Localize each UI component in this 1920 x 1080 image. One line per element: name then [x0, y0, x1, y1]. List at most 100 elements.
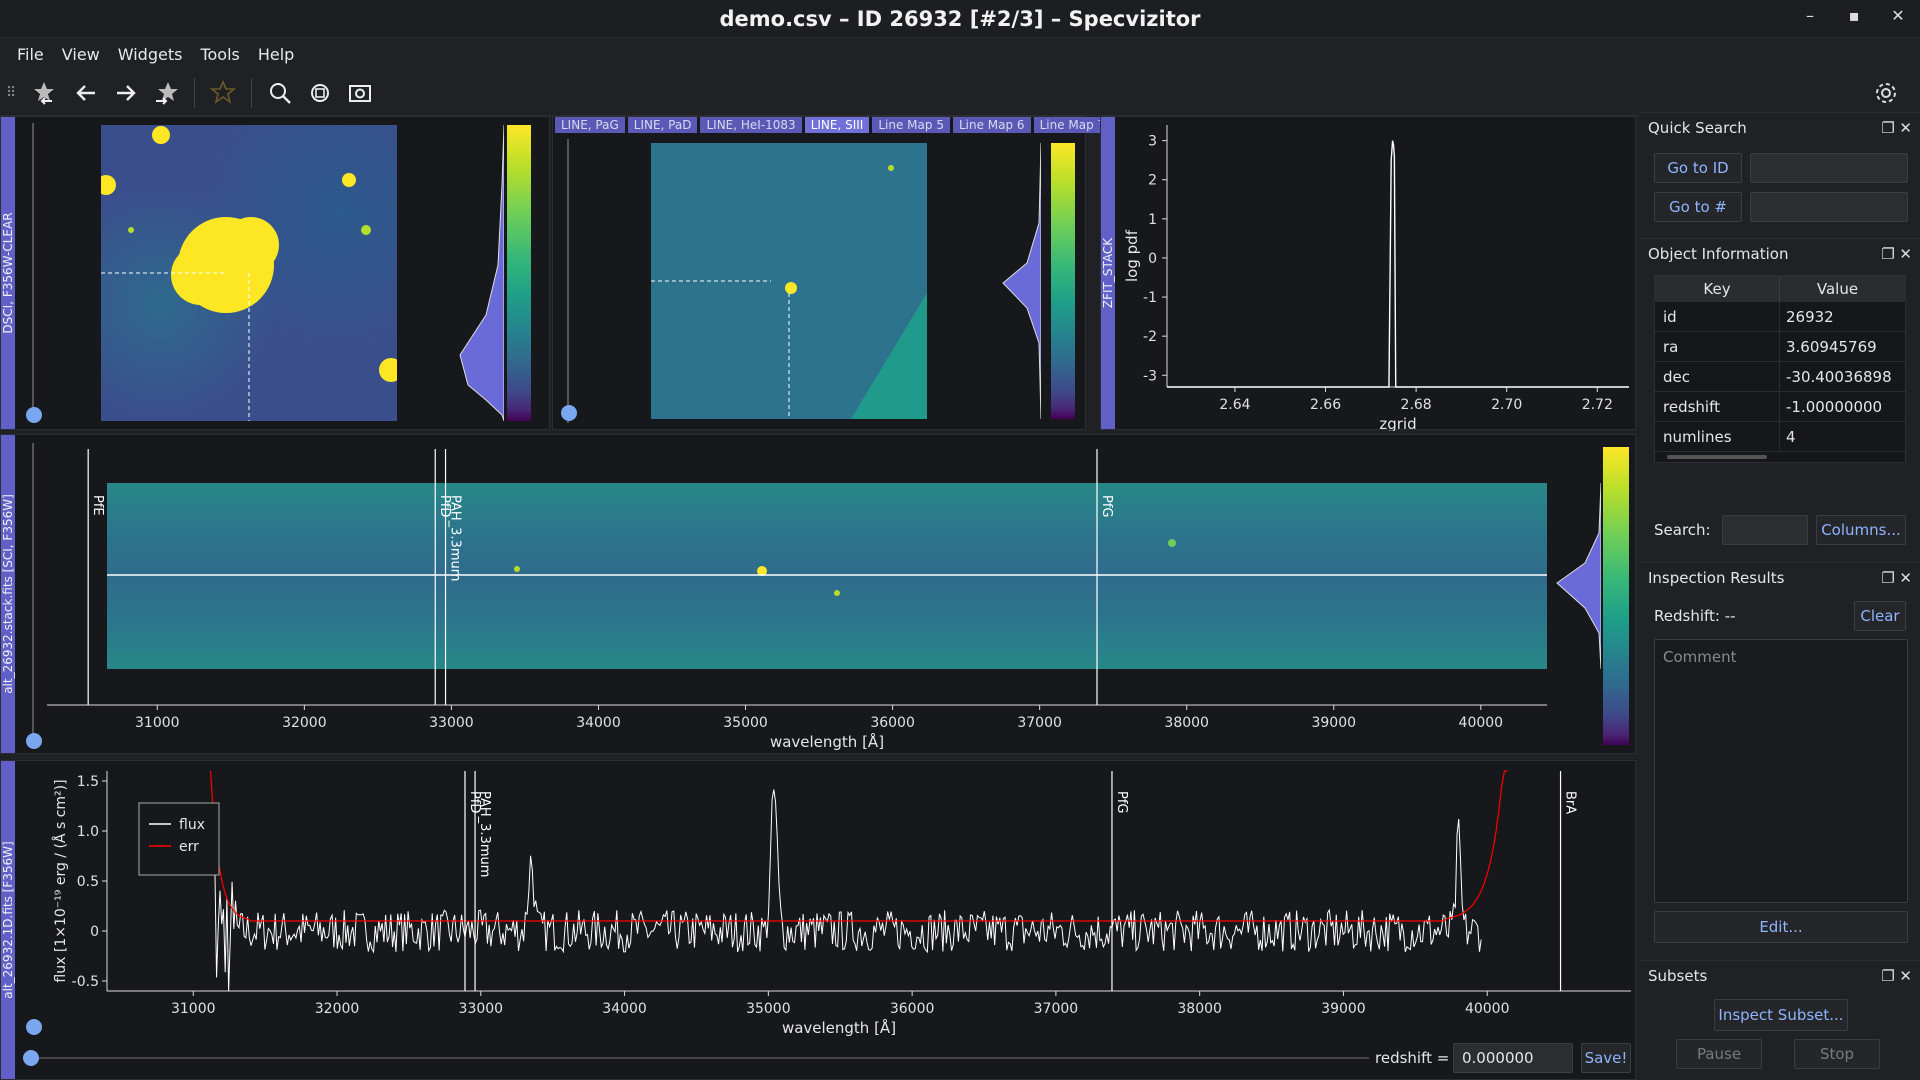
y-axis-label: flux [1×10⁻¹⁹ erg / (Å s cm²)] — [52, 779, 69, 982]
arrow-left-icon[interactable] — [70, 77, 102, 109]
tab-line-pad[interactable]: LINE, PaD — [627, 117, 698, 133]
table-row[interactable]: dec -30.40036898 — [1655, 362, 1905, 392]
comment-placeholder: Comment — [1663, 648, 1737, 666]
x-tick-label: 33000 — [459, 1001, 504, 1017]
zfit-panel: ZFIT_STACK 3 2 1 0 -1 -2 -3 2.64 2.66 2.68 2.70 2.7… — [1100, 116, 1637, 431]
colorbar[interactable] — [1051, 143, 1075, 419]
tab-line-pag[interactable]: LINE, PaG — [555, 117, 625, 133]
screenshot-icon[interactable] — [344, 77, 376, 109]
star-back-icon[interactable] — [30, 77, 62, 109]
y-tick-label: -3 — [1143, 368, 1157, 384]
table-search-input[interactable] — [1722, 515, 1808, 545]
cutout-image[interactable] — [101, 125, 397, 421]
tab-line-siii[interactable]: LINE, SIII — [804, 117, 870, 133]
go-to-number-button[interactable]: Go to # — [1654, 192, 1742, 222]
tab-line-map-6[interactable]: Line Map 6 — [952, 117, 1031, 133]
go-to-id-input[interactable] — [1750, 153, 1908, 183]
y-axis-label: log pdf — [1123, 229, 1141, 282]
spectrum-1d-panel: alt_26932.1D.fits [F356W] 1.5 1.0 0.5 0 -0.5… — [0, 760, 1636, 1080]
table-row[interactable]: ra 3.60945769 — [1655, 332, 1905, 362]
menu-file[interactable]: File — [8, 45, 53, 64]
y-tick-label: 1 — [1148, 212, 1157, 228]
x-tick-label: 40000 — [1459, 715, 1504, 731]
flux-line — [214, 789, 1482, 992]
column-header-key[interactable]: Key — [1655, 276, 1780, 302]
tab-line-hei[interactable]: LINE, HeI-1083 — [700, 117, 802, 133]
zoom-reset-icon[interactable] — [304, 77, 336, 109]
edit-button[interactable]: Edit... — [1654, 911, 1908, 943]
close-icon[interactable]: ✕ — [1899, 119, 1912, 137]
columns-button[interactable]: Columns... — [1816, 515, 1906, 545]
table-row[interactable]: redshift -1.00000000 — [1655, 392, 1905, 422]
tab-line-map-5[interactable]: Line Map 5 — [872, 117, 950, 133]
spectral-line-label: PfG — [1114, 791, 1129, 814]
close-icon[interactable]: ✕ — [1899, 967, 1912, 985]
x-tick-label: 36000 — [870, 715, 915, 731]
slider-track — [567, 139, 569, 423]
go-to-id-button[interactable]: Go to ID — [1654, 153, 1742, 183]
x-tick-label: 2.72 — [1582, 397, 1613, 413]
histogram — [1002, 143, 1041, 419]
menu-widgets[interactable]: Widgets — [109, 45, 192, 64]
redshift-label: redshift = — [1375, 1049, 1450, 1067]
inspect-subset-button[interactable]: Inspect Subset... — [1714, 999, 1848, 1031]
x-axis-label: wavelength [Å] — [782, 1018, 896, 1037]
horizontal-scrollbar[interactable] — [1655, 452, 1905, 462]
star-icon[interactable] — [207, 77, 239, 109]
colorbar[interactable] — [1603, 447, 1629, 745]
save-button[interactable]: Save! — [1581, 1043, 1631, 1073]
x-tick-label: 31000 — [171, 1001, 216, 1017]
redshift-input[interactable]: 0.000000 — [1453, 1043, 1573, 1073]
toolbar-grip-icon[interactable]: ⠿ — [6, 80, 16, 106]
menu-view[interactable]: View — [53, 45, 109, 64]
close-button[interactable]: ✕ — [1890, 6, 1906, 25]
arrow-right-icon[interactable] — [110, 77, 142, 109]
x-tick-label: 2.68 — [1401, 397, 1432, 413]
y-tick-label: 1.5 — [77, 774, 99, 790]
menu-tools[interactable]: Tools — [191, 45, 248, 64]
gear-icon[interactable] — [1870, 77, 1902, 109]
close-icon[interactable]: ✕ — [1899, 569, 1912, 587]
search-icon[interactable] — [264, 77, 296, 109]
y-tick-label: 3 — [1148, 134, 1157, 150]
go-to-number-input[interactable] — [1750, 192, 1908, 222]
quick-search-dock: Quick Search ❐ ✕ Go to ID Go to # — [1640, 112, 1920, 234]
legend-label: err — [179, 839, 199, 855]
clear-button[interactable]: Clear — [1854, 601, 1906, 631]
redshift-result-text: Redshift: -- — [1654, 607, 1736, 625]
minimize-button[interactable]: – — [1802, 6, 1818, 25]
table-row[interactable]: numlines 4 — [1655, 422, 1905, 452]
x-tick-label: 32000 — [282, 715, 327, 731]
y-tick-label: -1 — [1143, 290, 1157, 306]
object-info-dock: Object Information ❐ ✕ Key Value id 26932 … — [1640, 238, 1920, 558]
x-tick-label: 2.66 — [1310, 397, 1341, 413]
slider-handle[interactable] — [26, 407, 42, 423]
inspection-results-dock: Inspection Results ❐ ✕ Redshift: -- Clear… — [1640, 562, 1920, 958]
pause-button[interactable]: Pause — [1676, 1039, 1762, 1069]
maximize-button[interactable]: ▪ — [1846, 6, 1862, 25]
float-icon[interactable]: ❐ — [1881, 119, 1894, 137]
x-tick-label: 37000 — [1017, 715, 1062, 731]
comment-textarea[interactable]: Comment — [1654, 639, 1908, 903]
zfit-chart[interactable]: 3 2 1 0 -1 -2 -3 2.64 2.66 2.68 2.70 2.72 zgrid log p… — [1101, 117, 1637, 431]
close-icon[interactable]: ✕ — [1899, 245, 1912, 263]
histogram — [459, 125, 504, 421]
window-title: demo.csv – ID 26932 [#2/3] – Specvizitor — [719, 6, 1201, 31]
float-icon[interactable]: ❐ — [1881, 967, 1894, 985]
image-panel-line-maps: LINE, PaG LINE, PaD LINE, HeI-1083 LINE,… — [552, 116, 1112, 430]
colorbar[interactable] — [507, 125, 531, 421]
x-axis-label: zgrid — [1379, 415, 1416, 431]
menu-help[interactable]: Help — [249, 45, 303, 64]
redshift-slider-handle[interactable] — [23, 1050, 39, 1066]
x-tick-label: 32000 — [315, 1001, 360, 1017]
table-row[interactable]: id 26932 — [1655, 302, 1905, 332]
float-icon[interactable]: ❐ — [1881, 245, 1894, 263]
legend-label: flux — [179, 817, 205, 833]
star-forward-icon[interactable] — [150, 77, 182, 109]
column-header-value[interactable]: Value — [1780, 276, 1895, 302]
line-map-image[interactable] — [651, 143, 927, 419]
float-icon[interactable]: ❐ — [1881, 569, 1894, 587]
slider-handle[interactable] — [561, 405, 577, 421]
spectrum-1d-chart[interactable]: 1.5 1.0 0.5 0 -0.5 31000 32000 33000 34000 35000 3… — [1, 761, 1637, 1051]
stop-button[interactable]: Stop — [1794, 1039, 1880, 1069]
